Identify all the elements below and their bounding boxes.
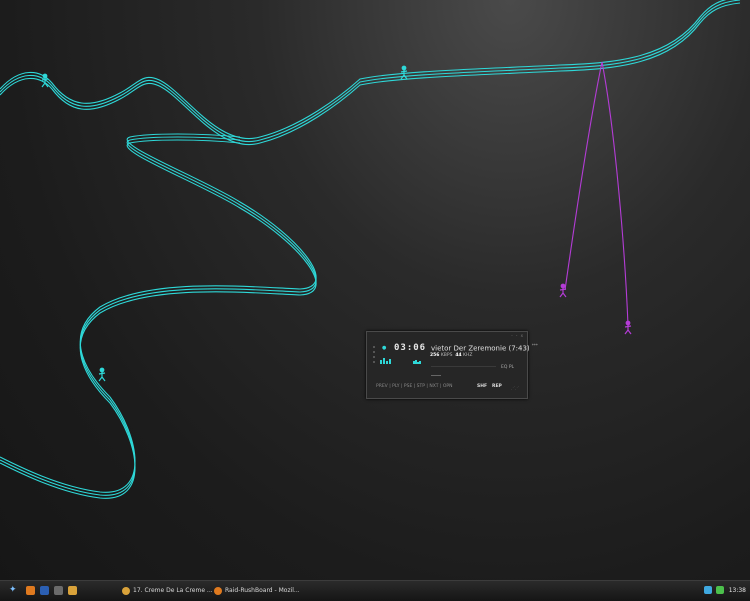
cyan-rope	[0, 139, 317, 499]
purple-rope	[564, 61, 603, 291]
task-label: 17. Creme De La Creme ...	[133, 587, 213, 594]
climber-figure	[98, 367, 106, 382]
oscilloscope-visualizer	[413, 360, 421, 364]
cyan-rope	[0, 2, 741, 146]
taskbar-item-winamp[interactable]: 17. Creme De La Creme ...	[122, 585, 213, 597]
media-icon[interactable]	[54, 586, 63, 595]
track-title: vietor Der Zeremonie (7:43)	[431, 344, 530, 353]
spectrum-visualizer[interactable]	[380, 358, 391, 364]
network-icon[interactable]	[704, 586, 712, 594]
purple-rope	[601, 61, 629, 326]
winamp-icon	[122, 586, 130, 595]
volume-slider[interactable]	[431, 375, 441, 376]
firefox-icon[interactable]	[26, 586, 35, 595]
bitrate-readout: 256 KBPS 44 KHZ	[430, 353, 472, 358]
resize-grip-icon[interactable]: ⋰⋰	[511, 385, 519, 390]
playback-time[interactable]: 03:06	[394, 343, 426, 353]
player-titlebar[interactable]	[367, 332, 527, 336]
play-indicator-icon: ●	[382, 345, 387, 351]
khz-value: 44	[455, 353, 462, 358]
repeat-button[interactable]: REP	[492, 384, 502, 389]
track-title-marquee[interactable]: vietor Der Zeremonie (7:43) ***	[431, 343, 538, 352]
track-badge: ***	[531, 343, 538, 348]
messenger-icon[interactable]	[716, 586, 724, 594]
task-label: Raid-RushBoard - Mozil...	[225, 587, 300, 594]
wallpaper-rope-art	[0, 0, 741, 499]
climber-figure	[400, 65, 408, 80]
clock[interactable]: 13:38	[729, 585, 746, 597]
winamp-icon[interactable]	[68, 586, 77, 595]
eq-pl-toggles[interactable]: EQ PL	[501, 365, 514, 370]
photoshop-icon[interactable]	[40, 586, 49, 595]
window-controls-icon[interactable]: - - x	[511, 333, 524, 338]
cyan-rope	[0, 136, 317, 496]
seek-bar[interactable]	[431, 366, 496, 367]
transport-controls[interactable]: PREV | PLY | PSE | STP | NXT | OPN	[376, 384, 453, 389]
status-leds	[373, 346, 377, 366]
climber-figure	[624, 320, 632, 335]
kbps-value: 256	[430, 353, 440, 358]
shuffle-button[interactable]: SHF	[477, 384, 487, 389]
climber-figure	[559, 283, 567, 298]
music-player-window[interactable]: - - x ● 03:06 vietor Der Zeremonie (7:43…	[366, 331, 538, 399]
cyan-rope	[0, 0, 741, 143]
khz-unit: KHZ	[463, 353, 473, 358]
taskbar-item-firefox[interactable]: Raid-RushBoard - Mozil...	[214, 585, 300, 597]
cyan-rope	[0, 133, 317, 493]
taskbar: ✦ 17. Creme De La Creme ... Raid-RushBoa…	[0, 580, 750, 601]
firefox-icon	[214, 586, 222, 595]
desktop[interactable]: - - x ● 03:06 vietor Der Zeremonie (7:43…	[0, 0, 750, 580]
start-button[interactable]: ✦	[9, 586, 17, 595]
cyan-rope	[0, 0, 727, 140]
kbps-unit: KBPS	[440, 353, 453, 358]
